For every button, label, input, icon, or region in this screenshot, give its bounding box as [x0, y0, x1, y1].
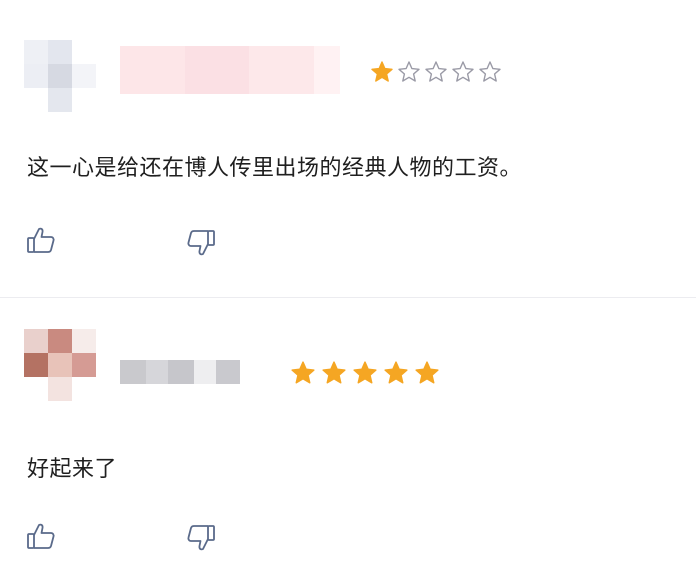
star-filled-icon: [321, 360, 347, 386]
star-filled-icon: [383, 360, 409, 386]
avatar[interactable]: [24, 329, 96, 401]
star-rating: [370, 60, 502, 84]
comment-text: 这一心是给还在博人传里出场的经典人物的工资。: [27, 156, 523, 181]
thumbs-down-icon[interactable]: [186, 228, 216, 258]
thumbs-up-icon[interactable]: [26, 225, 56, 255]
thumbs-down-icon[interactable]: [186, 523, 216, 553]
star-filled-icon: [370, 60, 394, 84]
star-empty-icon: [478, 60, 502, 84]
star-empty-icon: [451, 60, 475, 84]
star-empty-icon: [397, 60, 421, 84]
star-filled-icon: [352, 360, 378, 386]
comment-divider: [0, 297, 696, 298]
username-blurred[interactable]: [120, 46, 340, 94]
comment-item: 好起来了: [0, 299, 696, 572]
comment-text: 好起来了: [27, 457, 118, 482]
thumbs-up-icon[interactable]: [26, 521, 56, 551]
star-rating: [290, 360, 440, 386]
avatar[interactable]: [24, 40, 96, 112]
star-filled-icon: [414, 360, 440, 386]
comment-item: 这一心是给还在博人传里出场的经典人物的工资。: [0, 0, 696, 298]
star-empty-icon: [424, 60, 448, 84]
star-filled-icon: [290, 360, 316, 386]
username-blurred[interactable]: [120, 360, 240, 384]
